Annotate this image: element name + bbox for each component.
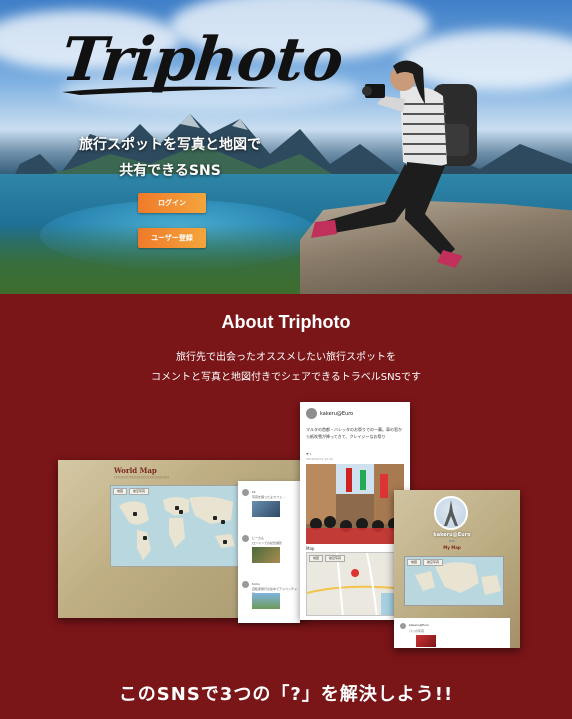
photo-pin[interactable] <box>133 512 137 516</box>
world-map-subtitle: ○○○○○○○○○○○○○○○○○○○○○ <box>114 475 169 479</box>
profile-post-user: kakeru@Euro <box>409 623 429 627</box>
photo-pin[interactable] <box>221 520 225 524</box>
photo-pin[interactable] <box>213 516 217 520</box>
list-item-photo <box>252 593 280 609</box>
world-map-view[interactable]: 地図 航空写真 <box>110 485 242 567</box>
hero-section: Triphoto 旅行スポットを写真と地図で 共有できるSNS ログイン ユーザ… <box>0 0 572 294</box>
tagline-line-1: 旅行スポットを写真と地図で <box>79 137 261 153</box>
festival-photo <box>306 464 404 544</box>
tagline-line-2: 共有できるSNS <box>119 163 221 179</box>
list-item-user: tomo <box>252 582 260 586</box>
profile-mockup: kakeru@Euro Info My Map 地図 航空写真 kakeru@E… <box>394 490 520 648</box>
about-desc-line-1: 旅行先で出会ったオススメしたい旅行スポットを <box>176 352 396 363</box>
photo-pin[interactable] <box>223 540 227 544</box>
post-photo[interactable] <box>306 464 404 544</box>
satellite-tab[interactable]: 航空写真 <box>423 559 444 566</box>
map-tab[interactable]: 地図 <box>309 555 324 562</box>
login-button[interactable]: ログイン <box>138 193 206 213</box>
satellite-tab[interactable]: 航空写真 <box>129 488 150 495</box>
post-map[interactable]: 地図 航空写真 <box>306 552 404 616</box>
eiffel-tower-icon <box>444 500 458 526</box>
avatar <box>306 408 317 419</box>
post-map-label: Map <box>306 546 315 551</box>
profile-post-photo <box>416 635 436 647</box>
list-item-user: kk <box>252 490 256 494</box>
profile-link[interactable]: Info <box>394 539 510 543</box>
about-section: About Triphoto 旅行先で出会ったオススメしたい旅行スポットを コメ… <box>0 294 572 719</box>
feed-list-panel: kk 写真を撮ったよカフェ… じーさん ロンドンでの記念撮影 tomo 自転車旅… <box>238 481 300 623</box>
map-tab[interactable]: 地図 <box>407 559 422 566</box>
register-button[interactable]: ユーザー登録 <box>138 228 206 248</box>
map-tab[interactable]: 地図 <box>113 488 128 495</box>
about-desc-line-2: コメントと写真と地図付きでシェアできるトラベルSNSです <box>151 372 421 383</box>
list-item-text: 写真を撮ったよカフェ… <box>252 495 286 499</box>
logo-swash-decoration <box>62 86 278 95</box>
profile-avatar <box>434 496 468 530</box>
about-description: 旅行先で出会ったオススメしたい旅行スポットを コメントと写真と地図付きでシェアで… <box>0 348 572 388</box>
post-likes[interactable]: ♥ 1 <box>306 452 312 456</box>
list-item-photo <box>252 501 280 517</box>
post-map-roads <box>307 553 403 615</box>
world-map-title: World Map <box>114 466 157 475</box>
avatar <box>242 535 249 542</box>
profile-post-text: パリの写真 <box>409 629 425 633</box>
profile-post-item[interactable]: kakeru@Euro パリの写真 <box>394 618 510 648</box>
about-title: About Triphoto <box>221 312 351 332</box>
cta-heading: このSNSで3つの「?」を解決しよう!! <box>118 684 454 705</box>
list-item-text: ロンドンでの記念撮影 <box>252 541 283 545</box>
profile-map[interactable]: 地図 航空写真 <box>404 556 504 606</box>
list-item-photo <box>252 547 280 563</box>
my-map-title: My Map <box>443 545 461 550</box>
post-username[interactable]: kakeru@Euro <box>320 411 353 417</box>
avatar <box>242 581 249 588</box>
hero-tagline: 旅行スポットを写真と地図で 共有できるSNS <box>40 132 300 184</box>
post-date: 2019/01/01 10:23 <box>306 457 333 461</box>
photo-pin[interactable] <box>179 510 183 514</box>
post-comment: マルタの首都・バレッタのお祭りでの一幕。車の窓から紙吹雪が降ってきて、クレイジー… <box>306 427 402 439</box>
avatar <box>242 489 249 496</box>
avatar <box>400 623 406 629</box>
profile-name: kakeru@Euro <box>433 532 471 538</box>
world-map-land <box>119 496 235 560</box>
photo-pin[interactable] <box>143 536 147 540</box>
satellite-tab[interactable]: 航空写真 <box>325 555 346 562</box>
list-item-user: じーさん <box>252 536 265 540</box>
